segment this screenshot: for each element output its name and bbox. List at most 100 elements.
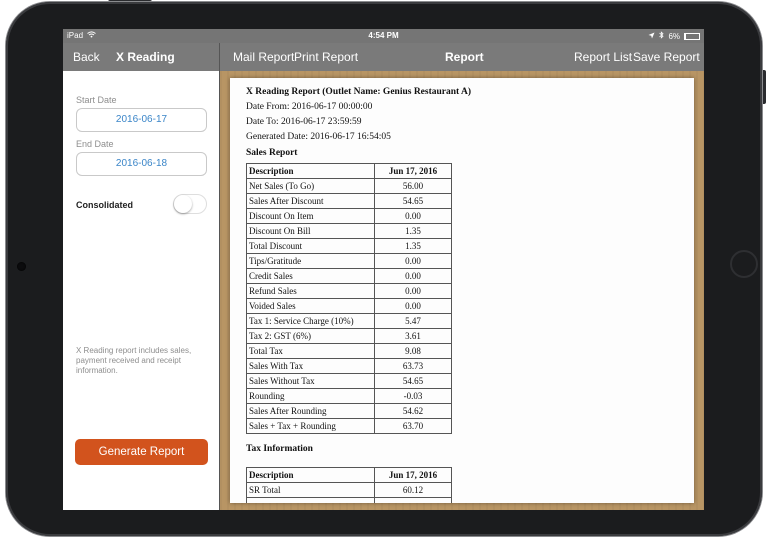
row-value: 9.08 <box>374 343 452 359</box>
row-description: Sales + Tax + Rounding <box>246 418 375 434</box>
home-button[interactable] <box>730 250 758 278</box>
report-date-from: Date From: 2016-06-17 00:00:00 <box>246 102 373 112</box>
table-row: Rounding -0.03 <box>246 388 452 404</box>
battery-percent: 6% <box>668 31 680 41</box>
row-description: Sales After Discount <box>246 193 375 209</box>
row-description: Total Tax <box>246 343 375 359</box>
row-value: -0.03 <box>374 388 452 404</box>
report-list-button[interactable]: Report List <box>574 50 632 64</box>
row-description <box>246 497 375 503</box>
row-value: 63.73 <box>374 358 452 374</box>
row-description: Refund Sales <box>246 283 375 299</box>
column-header-date: Jun 17, 2016 <box>374 467 452 483</box>
consolidated-toggle[interactable] <box>173 194 207 214</box>
row-value: 0.00 <box>374 253 452 269</box>
table-row: Sales With Tax 63.73 <box>246 358 452 374</box>
mail-report-button[interactable]: Mail Report <box>233 50 294 64</box>
front-camera <box>17 262 26 271</box>
table-row: Voided Sales 0.00 <box>246 298 452 314</box>
start-date-field[interactable]: 2016-06-17 <box>76 108 207 132</box>
location-arrow-icon <box>648 32 655 41</box>
column-header-date: Jun 17, 2016 <box>374 163 452 179</box>
table-header-row: Description Jun 17, 2016 <box>246 163 452 179</box>
tax-information-table: Description Jun 17, 2016 SR Total 60.12 <box>246 467 452 503</box>
row-value: 63.70 <box>374 418 452 434</box>
row-description: Total Discount <box>246 238 375 254</box>
filter-panel: Start Date 2016-06-17 End Date 2016-06-1… <box>63 71 219 510</box>
table-row: Discount On Bill 1.35 <box>246 223 452 239</box>
status-time: 4:54 PM <box>368 31 399 40</box>
row-value: 0.00 <box>374 283 452 299</box>
row-value: 54.65 <box>374 373 452 389</box>
row-description: Discount On Item <box>246 208 375 224</box>
navigation-bar: Back X Reading Mail Report Print Report … <box>63 43 704 71</box>
sales-report-heading: Sales Report <box>246 148 298 158</box>
row-description: Sales With Tax <box>246 358 375 374</box>
back-button[interactable]: Back <box>73 50 100 64</box>
row-value: 0.00 <box>374 268 452 284</box>
table-row: SR Total 60.12 <box>246 482 452 498</box>
table-row <box>246 497 452 503</box>
row-description: Tax 1: Service Charge (10%) <box>246 313 375 329</box>
toggle-knob <box>174 195 192 213</box>
table-row: Discount On Item 0.00 <box>246 208 452 224</box>
report-title: X Reading Report (Outlet Name: Genius Re… <box>246 87 472 97</box>
consolidated-label: Consolidated <box>76 200 134 210</box>
page-title: Report <box>445 50 484 64</box>
battery-icon <box>684 32 700 40</box>
print-report-button[interactable]: Print Report <box>294 50 358 64</box>
table-row: Sales Without Tax 54.65 <box>246 373 452 389</box>
column-header-description: Description <box>246 467 375 483</box>
table-row: Tax 2: GST (6%) 3.61 <box>246 328 452 344</box>
table-row: Refund Sales 0.00 <box>246 283 452 299</box>
row-description: Discount On Bill <box>246 223 375 239</box>
report-date-to: Date To: 2016-06-17 23:59:59 <box>246 117 362 127</box>
row-value: 3.61 <box>374 328 452 344</box>
tax-information-heading: Tax Information <box>246 444 313 454</box>
row-description: Credit Sales <box>246 268 375 284</box>
info-text: X Reading report includes sales, payment… <box>76 346 192 375</box>
sales-report-table: Description Jun 17, 2016 Net Sales (To G… <box>246 163 452 434</box>
table-row: Sales + Tax + Rounding 63.70 <box>246 418 452 434</box>
row-description: Tips/Gratitude <box>246 253 375 269</box>
ipad-device: iPad 4:54 PM 6% Back X Reading Mail Repo… <box>0 0 768 540</box>
report-document[interactable]: X Reading Report (Outlet Name: Genius Re… <box>230 78 694 503</box>
report-preview-area: X Reading Report (Outlet Name: Genius Re… <box>220 71 704 510</box>
row-value: 0.00 <box>374 208 452 224</box>
table-row: Net Sales (To Go) 56.00 <box>246 178 452 194</box>
end-date-field[interactable]: 2016-06-18 <box>76 152 207 176</box>
row-description: SR Total <box>246 482 375 498</box>
row-value: 54.65 <box>374 193 452 209</box>
table-row: Total Discount 1.35 <box>246 238 452 254</box>
table-header-row: Description Jun 17, 2016 <box>246 467 452 483</box>
table-row: Sales After Rounding 54.62 <box>246 403 452 419</box>
row-description: Voided Sales <box>246 298 375 314</box>
left-panel-title: X Reading <box>116 50 175 64</box>
row-value: 5.47 <box>374 313 452 329</box>
save-report-button[interactable]: Save Report <box>633 50 700 64</box>
row-value: 56.00 <box>374 178 452 194</box>
column-header-description: Description <box>246 163 375 179</box>
table-row: Sales After Discount 54.65 <box>246 193 452 209</box>
report-generated-date: Generated Date: 2016-06-17 16:54:05 <box>246 132 391 142</box>
row-value: 60.12 <box>374 482 452 498</box>
row-value: 0.00 <box>374 298 452 314</box>
end-date-label: End Date <box>76 139 114 149</box>
table-row: Tax 1: Service Charge (10%) 5.47 <box>246 313 452 329</box>
row-value <box>374 497 452 503</box>
table-row: Credit Sales 0.00 <box>246 268 452 284</box>
row-value: 1.35 <box>374 223 452 239</box>
start-date-label: Start Date <box>76 95 117 105</box>
row-description: Sales After Rounding <box>246 403 375 419</box>
table-row: Total Tax 9.08 <box>246 343 452 359</box>
table-row: Tips/Gratitude 0.00 <box>246 253 452 269</box>
bluetooth-icon <box>659 31 665 41</box>
generate-report-button[interactable]: Generate Report <box>75 439 208 465</box>
screen: iPad 4:54 PM 6% Back X Reading Mail Repo… <box>63 29 704 510</box>
row-description: Sales Without Tax <box>246 373 375 389</box>
row-value: 1.35 <box>374 238 452 254</box>
volume-button <box>762 70 766 104</box>
row-description: Net Sales (To Go) <box>246 178 375 194</box>
row-value: 54.62 <box>374 403 452 419</box>
row-description: Tax 2: GST (6%) <box>246 328 375 344</box>
